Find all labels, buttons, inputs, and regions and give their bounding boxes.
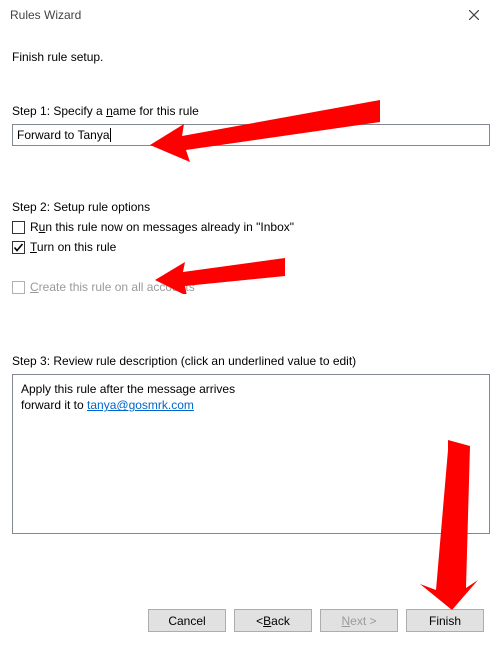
checkbox-unchecked-icon [12, 221, 25, 234]
window-title: Rules Wizard [10, 8, 81, 22]
turn-on-option[interactable]: Turn on this rule [12, 240, 490, 254]
finish-button[interactable]: Finish [406, 609, 484, 632]
checkbox-disabled-icon [12, 281, 25, 294]
rule-description-box[interactable]: Apply this rule after the message arrive… [12, 374, 490, 534]
title-bar: Rules Wizard [0, 0, 502, 30]
page-subtitle: Finish rule setup. [12, 50, 490, 64]
step2-label: Step 2: Setup rule options [12, 200, 490, 214]
back-button[interactable]: < Back [234, 609, 312, 632]
wizard-buttons: Cancel < Back Next > Finish [148, 609, 484, 632]
create-all-accounts-option: Create this rule on all accounts [12, 280, 490, 294]
step1-label: Step 1: Specify a name for this rule [12, 104, 490, 118]
close-button[interactable] [454, 1, 494, 29]
cancel-button[interactable]: Cancel [148, 609, 226, 632]
rule-name-input[interactable]: Forward to Tanya [12, 124, 490, 146]
rule-desc-line-1: Apply this rule after the message arrive… [21, 381, 481, 397]
run-now-option[interactable]: Run this rule now on messages already in… [12, 220, 490, 234]
checkbox-checked-icon [12, 241, 25, 254]
rule-desc-line-2: forward it to tanya@gosmrk.com [21, 397, 481, 413]
close-icon [469, 10, 479, 20]
step3-label: Step 3: Review rule description (click a… [12, 354, 490, 368]
next-button: Next > [320, 609, 398, 632]
forward-address-link[interactable]: tanya@gosmrk.com [87, 398, 194, 412]
text-cursor [110, 128, 111, 142]
